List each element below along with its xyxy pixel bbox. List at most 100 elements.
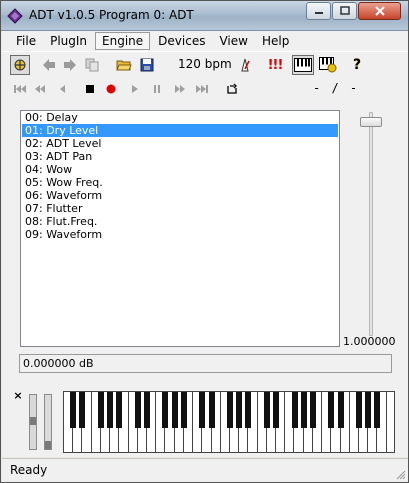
black-key[interactable] — [337, 392, 344, 428]
black-key[interactable] — [107, 392, 114, 428]
black-key[interactable] — [374, 392, 381, 428]
status-bar: Ready — [2, 458, 408, 482]
pitch-wheel[interactable] — [29, 394, 37, 450]
black-key[interactable] — [70, 392, 77, 428]
parameter-item[interactable]: 05: Wow Freq. — [22, 176, 338, 189]
alert-icon: !!! — [267, 57, 284, 73]
modulation-wheel-thumb[interactable] — [45, 441, 51, 449]
time-display: - / - — [313, 81, 360, 95]
black-key[interactable] — [180, 392, 187, 428]
maximize-button[interactable] — [332, 2, 357, 20]
parameter-slider-track[interactable] — [369, 112, 373, 336]
keyboard-view-button[interactable] — [292, 55, 314, 75]
black-key[interactable] — [245, 392, 252, 428]
record-button[interactable] — [103, 81, 119, 97]
play-icon — [132, 85, 138, 93]
black-key[interactable] — [208, 392, 215, 428]
stop-button[interactable] — [82, 81, 98, 97]
parameter-item-selected[interactable]: 01: Dry Level — [22, 124, 338, 137]
black-key[interactable] — [134, 392, 141, 428]
back-button[interactable] — [39, 55, 59, 75]
skip-start-icon — [14, 85, 26, 93]
parameter-item[interactable]: 08: Flut.Freq. — [22, 215, 338, 228]
save-button[interactable] — [137, 55, 157, 75]
toolbar: 120 bpm !!! ? — [2, 51, 408, 77]
black-key[interactable] — [236, 392, 243, 428]
loop-icon — [227, 83, 237, 94]
parameter-item[interactable]: 06: Waveform — [22, 189, 338, 202]
menu-view[interactable]: View — [213, 33, 253, 49]
metronome-icon — [241, 58, 250, 72]
fast-forward-icon — [175, 85, 185, 93]
pause-button[interactable] — [149, 81, 165, 97]
value-field: 0.000000 dB — [19, 354, 392, 373]
black-key[interactable] — [356, 392, 363, 428]
title-bar[interactable]: ADT v1.0.5 Program 0: ADT — [1, 1, 408, 31]
parameter-item[interactable]: 00: Delay — [22, 111, 338, 124]
metronome-button[interactable] — [235, 55, 255, 75]
parameter-item[interactable]: 04: Wow — [22, 163, 338, 176]
menu-devices[interactable]: Devices — [152, 33, 211, 49]
black-key[interactable] — [309, 392, 316, 428]
app-diamond-icon[interactable] — [7, 8, 23, 24]
engine-toggle-button[interactable] — [10, 55, 30, 75]
black-key[interactable] — [300, 392, 307, 428]
open-button[interactable] — [114, 55, 134, 75]
piano-keyboard[interactable] — [63, 391, 395, 453]
forward-button[interactable] — [60, 55, 80, 75]
black-key[interactable] — [116, 392, 123, 428]
black-key[interactable] — [328, 392, 335, 428]
play-button[interactable] — [127, 81, 143, 97]
help-question-icon: ? — [352, 57, 362, 73]
status-text: Ready — [10, 463, 48, 477]
black-key[interactable] — [273, 392, 280, 428]
parameter-list[interactable]: 00: Delay 01: Dry Level 02: ADT Level 03… — [20, 110, 340, 347]
parameter-item[interactable]: 07: Flutter — [22, 202, 338, 215]
copy-button[interactable] — [82, 55, 102, 75]
black-key[interactable] — [97, 392, 104, 428]
black-key[interactable] — [162, 392, 169, 428]
rewind-icon — [35, 85, 45, 93]
menu-bar: File PlugIn Engine Devices View Help — [2, 31, 408, 51]
transport-bar: - / - — [2, 77, 408, 101]
black-key[interactable] — [365, 392, 372, 428]
panic-button[interactable]: !!! — [264, 55, 286, 75]
engine-icon — [14, 59, 26, 71]
modulation-wheel[interactable] — [44, 394, 52, 450]
floppy-disk-icon — [140, 58, 154, 72]
black-key[interactable] — [226, 392, 233, 428]
parameter-item[interactable]: 09: Waveform — [22, 228, 338, 241]
window-title: ADT v1.0.5 Program 0: ADT — [29, 8, 194, 22]
fast-forward-button[interactable] — [172, 81, 188, 97]
piano-settings-button[interactable] — [317, 55, 339, 75]
rewind-button[interactable] — [32, 81, 48, 97]
menu-file[interactable]: File — [10, 33, 42, 49]
step-back-button[interactable] — [54, 81, 70, 97]
black-key[interactable] — [291, 392, 298, 428]
slider-value: 1.000000 — [343, 335, 396, 348]
parameter-item[interactable]: 03: ADT Pan — [22, 150, 338, 163]
menu-engine[interactable]: Engine — [95, 32, 151, 50]
close-button[interactable] — [358, 2, 401, 20]
black-key[interactable] — [79, 392, 86, 428]
black-key[interactable] — [263, 392, 270, 428]
menu-plugin[interactable]: PlugIn — [44, 33, 93, 49]
parameter-item[interactable]: 02: ADT Level — [22, 137, 338, 150]
parameter-slider-thumb[interactable] — [360, 117, 382, 127]
app-window: ADT v1.0.5 Program 0: ADT File PlugIn En… — [0, 0, 409, 483]
black-key[interactable] — [143, 392, 150, 428]
help-button[interactable]: ? — [347, 55, 367, 75]
pitch-wheel-thumb[interactable] — [30, 417, 36, 425]
loop-button[interactable] — [224, 81, 240, 97]
keyboard-close-icon[interactable]: × — [13, 390, 23, 401]
record-icon — [106, 84, 116, 94]
skip-to-end-button[interactable] — [194, 81, 210, 97]
resize-grip-icon[interactable] — [394, 468, 406, 480]
rewind-to-start-button[interactable] — [12, 81, 28, 97]
minimize-button[interactable] — [306, 2, 331, 20]
menu-help[interactable]: Help — [256, 33, 295, 49]
black-key[interactable] — [171, 392, 178, 428]
bpm-display[interactable]: 120 bpm — [178, 57, 232, 71]
black-key[interactable] — [199, 392, 206, 428]
white-key[interactable] — [386, 392, 394, 452]
